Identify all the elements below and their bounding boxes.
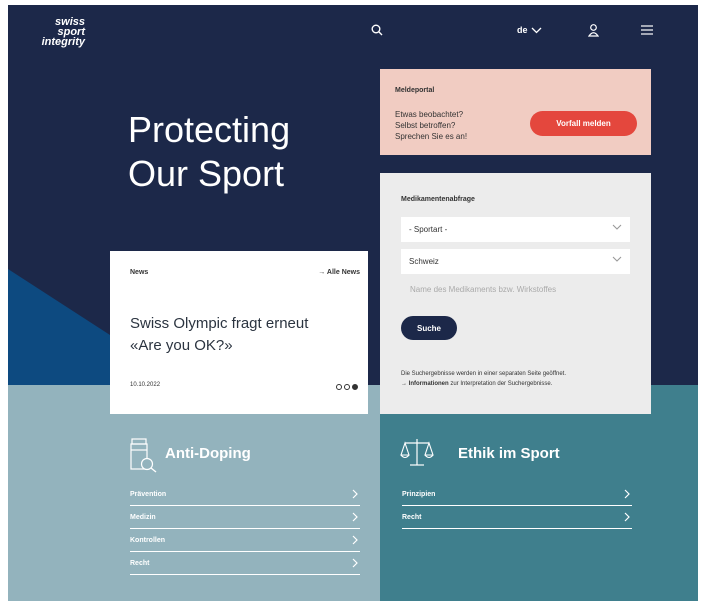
chevron-right-icon [352,558,358,568]
list-item-label: Prävention [130,490,167,498]
language-label: de [517,25,528,35]
ethics-title[interactable]: Ethik im Sport [458,445,560,462]
list-item-label: Medizin [130,513,156,521]
search-note: Die Suchergebnisse werden in einer separ… [401,369,641,389]
anti-doping-item-recht[interactable]: Recht [130,552,360,575]
search-note-line-2: → Informationen zur Interpretation der S… [401,381,553,387]
list-item-label: Prinzipien [402,490,436,498]
news-label: News [130,269,149,276]
country-select[interactable]: Schweiz [401,249,630,274]
search-note-line-1: Die Suchergebnisse werden in einer separ… [401,371,566,377]
country-select-value: Schweiz [409,257,439,266]
anti-doping-item-medizin[interactable]: Medizin [130,506,360,529]
report-portal-card: Meldeportal Etwas beobachtet? Selbst bet… [380,69,651,155]
language-selector[interactable]: de [517,25,542,35]
ethics-item-prinzipien[interactable]: Prinzipien [402,483,632,506]
chevron-right-icon [624,512,630,522]
report-portal-text: Etwas beobachtet? Selbst betroffen? Spre… [395,109,505,142]
chevron-right-icon [352,512,358,522]
carousel-dot[interactable] [344,384,350,390]
pill-magnifier-icon [130,438,157,473]
medication-search-card: Medikamentenabfrage - Sportart - Schweiz… [380,173,651,414]
search-note-line-2-text: zur Interpretation der Suchergebnisse. [448,381,553,387]
report-text-line-2: Selbst betroffen? [395,121,456,130]
list-item-label: Recht [130,559,150,567]
news-date: 10.10.2022 [130,382,161,388]
scales-icon [400,439,434,466]
anti-doping-item-praevention[interactable]: Prävention [130,483,360,506]
anti-doping-title[interactable]: Anti-Doping [165,445,251,462]
list-item-label: Recht [402,513,422,521]
chevron-right-icon [352,535,358,545]
logo[interactable]: swiss sport integrity [22,17,85,48]
news-carousel-dots [336,384,358,390]
medication-search-label: Medikamentenabfrage [401,196,475,203]
search-button[interactable]: Suche [401,316,457,340]
chevron-down-icon [612,224,622,230]
chevron-down-icon [531,27,541,33]
carousel-dot[interactable] [336,384,342,390]
sport-select[interactable]: - Sportart - [401,217,630,242]
news-title-line-1: Swiss Olympic fragt erneut [130,315,309,332]
information-link[interactable]: Informationen [409,381,449,387]
all-news-link[interactable]: → Alle News [318,269,360,276]
chevron-right-icon [624,489,630,499]
news-title-line-2: «Are you OK?» [130,337,233,354]
anti-doping-item-kontrollen[interactable]: Kontrollen [130,529,360,552]
page: swiss sport integrity de Protecting Our … [8,5,698,601]
menu-icon[interactable] [640,23,654,37]
user-icon[interactable] [586,23,600,37]
search-icon[interactable] [370,23,384,37]
logo-line-integrity: integrity [41,36,85,48]
list-item-label: Kontrollen [130,536,165,544]
hero-title: Protecting Our Sport [128,108,290,196]
report-incident-button[interactable]: Vorfall melden [530,111,637,136]
hero-title-line-2: Our Sport [128,153,285,194]
news-card[interactable]: News → Alle News Swiss Olympic fragt ern… [110,251,368,414]
all-news-label: Alle News [326,269,360,276]
news-title[interactable]: Swiss Olympic fragt erneut «Are you OK?» [130,313,360,357]
medication-input[interactable]: Name des Medikaments bzw. Wirkstoffes [410,285,556,294]
ethics-item-recht[interactable]: Recht [402,506,632,529]
carousel-dot-active[interactable] [352,384,358,390]
hero-title-line-1: Protecting [128,109,291,150]
chevron-right-icon [352,489,358,499]
report-text-line-3: Sprechen Sie es an! [395,132,468,141]
chevron-down-icon [612,256,622,262]
report-portal-label: Meldeportal [395,87,435,94]
sport-select-value: - Sportart - [409,225,448,234]
report-text-line-1: Etwas beobachtet? [395,110,464,119]
